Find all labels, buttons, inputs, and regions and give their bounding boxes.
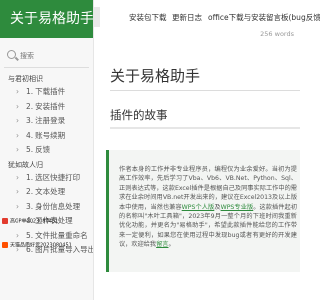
sidebar-item-number: 3. — [26, 201, 34, 211]
sidebar-section-features: 犹如故人归 — [8, 160, 43, 169]
sidebar-section-getting-started: 与君初相识 — [8, 75, 43, 83]
sidebar-item-label: 账号续期 — [35, 130, 66, 140]
sidebar-item-label: 注册登录 — [35, 116, 66, 125]
chevron-right-icon: › — [16, 116, 19, 125]
sidebar-getting-started-item[interactable]: › 2. 安装插件 — [0, 100, 93, 115]
sidebar: 关于易格助手 与君初相识 ›1.下载插件›2.安装插件›3.注册登录›4.账号续… — [0, 0, 94, 300]
sidebar-item-number: 3. — [26, 116, 34, 125]
top-nav: 安装包下载 更新日志 office下载与安装 留言板(bug反馈) 256 wo… — [94, 0, 320, 38]
floating-badges: 高CP单2023080451 天猫品质好货2023080451 — [0, 218, 80, 252]
tmall-icon — [2, 242, 8, 248]
chevron-right-icon: › — [16, 130, 19, 140]
section-divider — [110, 127, 300, 129]
badge-row-1[interactable]: 高CP单2023080451 — [2, 218, 58, 226]
sidebar-features-item[interactable]: › 2. 文本处理 — [0, 185, 93, 200]
nav-link-download[interactable]: 安装包下载 — [129, 12, 167, 23]
store-icon — [2, 218, 8, 224]
nav-link-changelog[interactable]: 更新日志 — [172, 12, 202, 23]
chevron-right-icon: › — [16, 145, 19, 154]
badge-label-2: 天猫品质好货2023080451 — [10, 242, 72, 249]
search-box — [4, 46, 90, 68]
sidebar-item-number: 2. — [26, 101, 34, 111]
sidebar-item-label: 选区快捷打印 — [35, 172, 81, 182]
chevron-right-icon: › — [16, 101, 19, 111]
sidebar-features-item[interactable]: › 3. 身份信息处理 — [0, 200, 93, 215]
nav-link-guestbook[interactable]: 留言板(bug反馈) — [266, 12, 320, 23]
sidebar-item-label: 反馈 — [35, 145, 51, 154]
sidebar-getting-started-item[interactable]: › 4. 账号续期 — [0, 129, 93, 144]
sidebar-toggle-handle[interactable] — [94, 7, 100, 27]
story-text-4: 。 — [168, 241, 175, 249]
chevron-right-icon: › — [16, 172, 19, 182]
sidebar-item-number: 4. — [26, 130, 34, 140]
sidebar-item-label: 身份信息处理 — [35, 201, 81, 211]
story-blockquote: 作者本身的工作并非专业程序员，编程仅为业余爱好。当初为提高工作效率，先后学习了V… — [106, 150, 300, 272]
sidebar-getting-started-item[interactable]: › 5. 反馈 — [0, 143, 93, 158]
chevron-right-icon: › — [16, 87, 19, 96]
sidebar-getting-started-item[interactable]: › 3. 注册登录 — [0, 114, 93, 129]
title-divider — [110, 90, 300, 91]
sidebar-item-number: 5. — [26, 145, 34, 154]
sidebar-item-number: 1. — [26, 172, 34, 182]
search-input[interactable] — [20, 48, 90, 64]
chevron-right-icon: › — [16, 187, 19, 196]
badge-row-2[interactable]: 天猫品质好货2023080451 — [2, 242, 72, 250]
link-wps-pro[interactable]: WPS专业版 — [221, 204, 254, 211]
story-paragraph: 作者本身的工作并非专业程序员，编程仅为业余爱好。当初为提高工作效率，先后学习了V… — [119, 165, 297, 250]
page-title: 关于易格助手 — [110, 67, 201, 85]
link-message[interactable]: 留言 — [156, 241, 168, 248]
section-heading: 插件的故事 — [110, 108, 168, 122]
sidebar-getting-started-item[interactable]: › 1. 下载插件 — [0, 85, 93, 100]
sidebar-item-label: 安装插件 — [35, 101, 66, 111]
sidebar-item-number: 2. — [26, 187, 34, 196]
sidebar-item-number: 1. — [26, 87, 34, 96]
chevron-right-icon: › — [16, 201, 19, 211]
sidebar-item-label: 下载插件 — [35, 87, 66, 96]
word-count: 256 words — [260, 30, 294, 38]
link-wps-personal[interactable]: WPS个人版 — [182, 204, 215, 211]
sidebar-brand[interactable]: 关于易格助手 — [0, 0, 93, 38]
badge-label-1: 高CP单2023080451 — [10, 218, 59, 225]
nav-link-office[interactable]: office下载与安装 — [208, 12, 266, 23]
sidebar-features-item[interactable]: › 1. 选区快捷打印 — [0, 171, 93, 186]
search-icon — [7, 50, 16, 59]
sidebar-item-label: 文本处理 — [35, 187, 66, 196]
